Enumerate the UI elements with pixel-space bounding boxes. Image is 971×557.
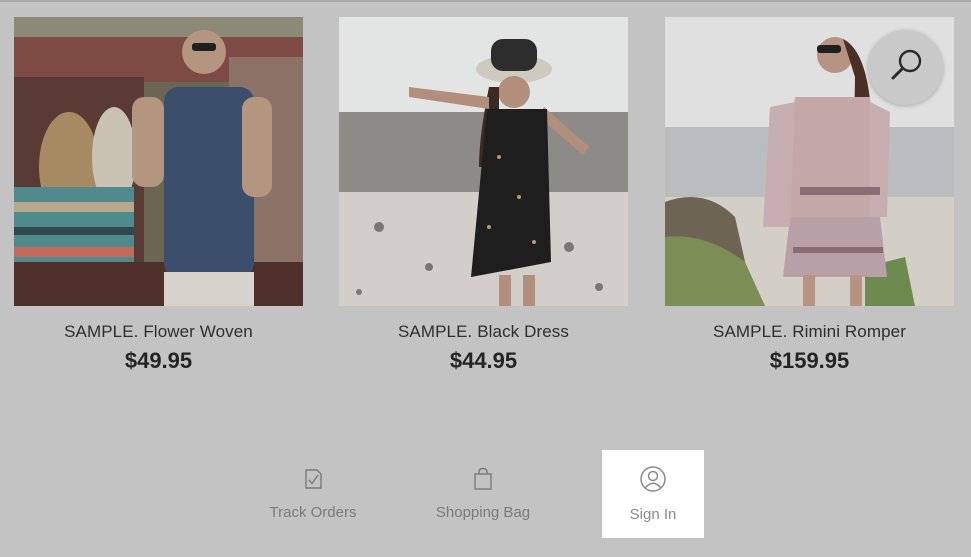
product-image-man-truck[interactable] bbox=[14, 17, 303, 306]
nav-label: Sign In bbox=[629, 506, 677, 523]
product-name[interactable]: SAMPLE. Rimini Romper bbox=[665, 322, 954, 342]
nav-track-orders[interactable]: Track Orders bbox=[262, 450, 364, 538]
product-name[interactable]: SAMPLE. Black Dress bbox=[339, 322, 628, 342]
product-name[interactable]: SAMPLE. Flower Woven bbox=[14, 322, 303, 342]
search-button[interactable] bbox=[868, 30, 943, 105]
top-divider bbox=[0, 0, 971, 2]
product-price: $49.95 bbox=[124, 348, 193, 373]
product-price: $159.95 bbox=[769, 348, 850, 373]
footer-nav: Track Orders Shopping Bag Sign In bbox=[0, 450, 971, 538]
product-price: $44.95 bbox=[449, 348, 518, 373]
nav-label: Shopping Bag bbox=[435, 504, 531, 521]
product-card[interactable]: SAMPLE. Black Dress $44.95 bbox=[339, 17, 628, 374]
clipboard-check-icon bbox=[302, 467, 324, 496]
nav-sign-in[interactable]: Sign In bbox=[602, 450, 704, 538]
shopping-bag-icon bbox=[472, 467, 494, 496]
product-card[interactable]: SAMPLE. Flower Woven $49.95 bbox=[14, 17, 303, 374]
nav-label: Track Orders bbox=[269, 504, 357, 521]
product-image-black-dress[interactable] bbox=[339, 17, 628, 306]
search-icon bbox=[886, 45, 926, 90]
nav-shopping-bag[interactable]: Shopping Bag bbox=[427, 450, 539, 538]
user-circle-icon bbox=[639, 465, 667, 498]
